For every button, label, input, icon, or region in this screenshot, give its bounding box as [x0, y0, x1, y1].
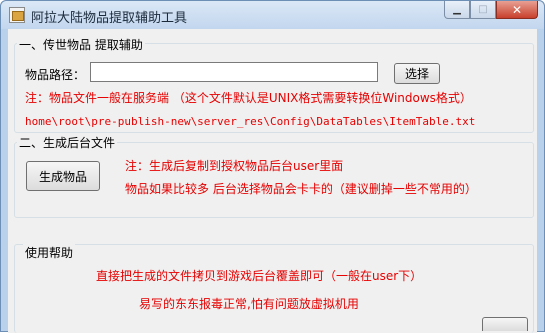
file-location-note: 注：物品文件一般在服务端 （这个文件默认是UNIX格式需要转换位Windows格…: [25, 91, 472, 105]
generate-group-title: 二、生成后台文件: [17, 134, 118, 151]
item-path-input[interactable]: [90, 62, 378, 82]
maximize-button[interactable]: □: [470, 1, 496, 19]
app-icon: [9, 7, 25, 23]
browse-button[interactable]: 选择: [394, 63, 440, 84]
title-bar[interactable]: 阿拉大陆物品提取辅助工具 ▁ □ ✕: [1, 1, 544, 29]
partial-hidden-button[interactable]: [482, 317, 528, 331]
example-path-text: home\root\pre-publish-new\server_res\Con…: [25, 115, 476, 128]
app-window: 阿拉大陆物品提取辅助工具 ▁ □ ✕ 一、传世物品 提取辅助 物品路径： 选择 …: [0, 0, 545, 333]
item-path-label: 物品路径：: [25, 68, 86, 82]
client-area: 一、传世物品 提取辅助 物品路径： 选择 注：物品文件一般在服务端 （这个文件默…: [8, 29, 537, 333]
caption-buttons: ▁ □ ✕: [444, 1, 538, 19]
generate-note-1: 注：生成后复制到授权物品后台user里面: [125, 159, 344, 173]
generate-items-button[interactable]: 生成物品: [26, 161, 100, 191]
help-line-2: 易写的东东报毒正常,怕有问题放虚拟机用: [139, 297, 359, 311]
window-title: 阿拉大陆物品提取辅助工具: [31, 11, 188, 26]
close-button[interactable]: ✕: [496, 1, 538, 19]
help-group: [14, 244, 534, 333]
help-group-title: 使用帮助: [23, 244, 76, 261]
minimize-button[interactable]: ▁: [444, 1, 470, 19]
help-line-1: 直接把生成的文件拷贝到游戏后台覆盖即可（一般在user下）: [96, 269, 423, 283]
generate-note-2: 物品如果比较多 后台选择物品会卡卡的（建议删掉一些不常用的）: [125, 182, 477, 196]
extract-group-title: 一、传世物品 提取辅助: [17, 36, 145, 53]
